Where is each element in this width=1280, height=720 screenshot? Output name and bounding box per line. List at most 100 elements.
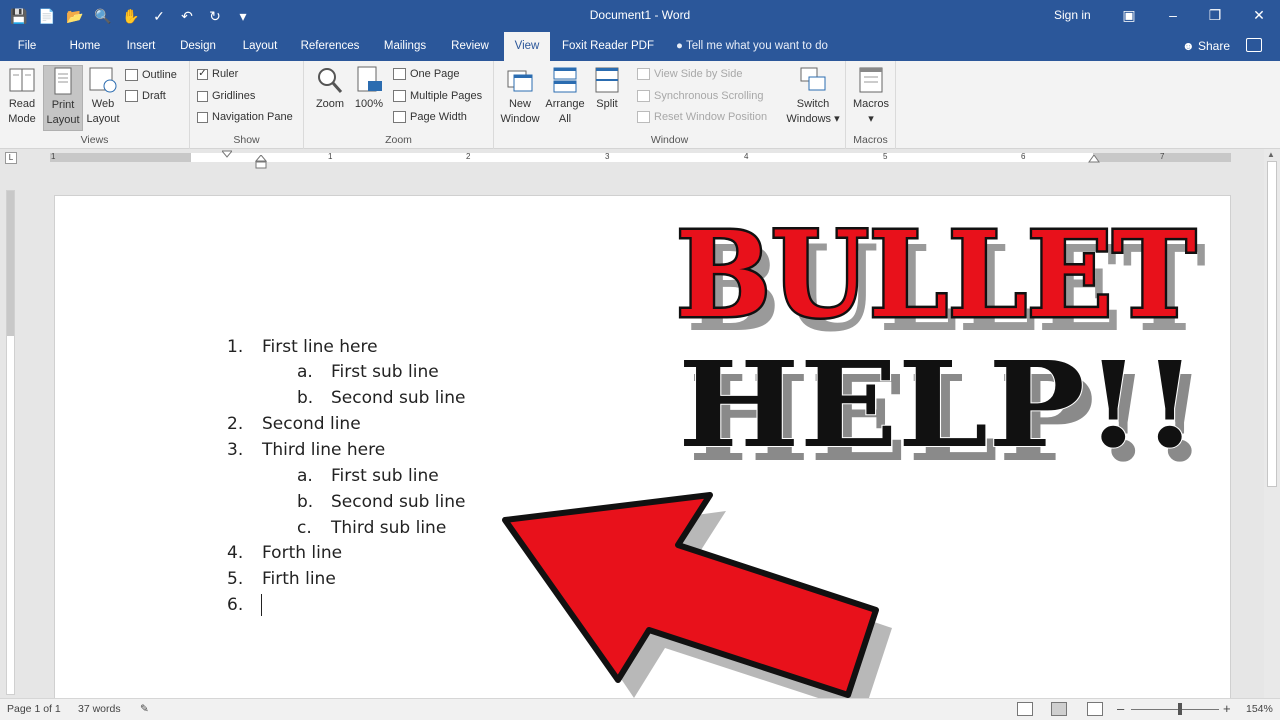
list-number: 3. xyxy=(227,440,244,460)
web-layout-button[interactable]: Web Layout xyxy=(84,65,122,127)
comments-icon[interactable] xyxy=(1246,38,1262,52)
outline-label: Outline xyxy=(142,69,177,81)
ruler-checkbox[interactable]: ✓ Ruler xyxy=(197,64,238,84)
gridlines-box-icon xyxy=(197,90,208,102)
new-window-label-2: Window xyxy=(500,113,540,125)
share-button[interactable]: ☻ Share xyxy=(1182,32,1230,61)
multiple-pages-button[interactable]: Multiple Pages xyxy=(393,86,482,106)
tab-selector-icon[interactable]: L xyxy=(5,152,17,164)
tab-references[interactable]: References xyxy=(298,32,362,61)
scrollbar-thumb[interactable] xyxy=(1267,161,1277,487)
page-width-button[interactable]: Page Width xyxy=(393,107,467,127)
list-item: Second sub line xyxy=(331,388,466,408)
hanging-indent-marker-icon[interactable] xyxy=(255,155,267,169)
show-group-label: Show xyxy=(233,134,260,146)
navigation-pane-label: Navigation Pane xyxy=(212,111,293,123)
tell-me-box[interactable]: ● Tell me what you want to do xyxy=(676,32,828,61)
macros-group: Macros ▾ Macros xyxy=(846,61,896,149)
tab-mailings[interactable]: Mailings xyxy=(378,32,432,61)
zoom-slider[interactable] xyxy=(1131,709,1219,710)
zoom-in-icon[interactable]: + xyxy=(1223,701,1231,716)
list-number: 4. xyxy=(227,543,244,563)
vertical-ruler-margin xyxy=(7,191,14,336)
list-item: Firth line xyxy=(262,569,336,589)
split-button[interactable]: Split xyxy=(590,65,624,112)
tab-review[interactable]: Review xyxy=(446,32,494,61)
one-page-icon xyxy=(393,68,406,80)
vertical-scrollbar[interactable]: ▲ xyxy=(1264,149,1280,698)
ribbon-display-options-icon[interactable]: ▣ xyxy=(1116,4,1142,26)
tab-layout[interactable]: Layout xyxy=(236,32,284,61)
lightbulb-icon: ● xyxy=(676,40,683,52)
view-side-by-side-button[interactable]: View Side by Side xyxy=(637,64,742,84)
ruler-number: 5 xyxy=(883,152,888,161)
draft-button[interactable]: Draft xyxy=(125,86,166,106)
minimize-icon[interactable]: – xyxy=(1160,4,1186,26)
scroll-up-icon[interactable]: ▲ xyxy=(1267,150,1275,159)
right-indent-marker-icon[interactable] xyxy=(1088,155,1100,165)
list-item: Forth line xyxy=(262,543,343,563)
zoom-out-icon[interactable]: – xyxy=(1117,701,1124,716)
zoom-button[interactable]: Zoom xyxy=(310,65,350,112)
tab-view[interactable]: View xyxy=(504,32,550,61)
print-layout-icon xyxy=(54,67,72,95)
first-line-indent-marker-icon[interactable] xyxy=(222,149,232,167)
share-label: Share xyxy=(1197,39,1231,53)
multiple-pages-label: Multiple Pages xyxy=(410,90,483,102)
window-group-label: Window xyxy=(650,134,689,146)
read-mode-button[interactable]: Read Mode xyxy=(3,65,41,127)
switch-windows-button[interactable]: Switch Windows ▾ xyxy=(784,65,842,127)
tab-home[interactable]: Home xyxy=(62,32,108,61)
navigation-pane-checkbox[interactable]: Navigation Pane xyxy=(197,107,293,127)
tab-file[interactable]: File xyxy=(8,32,46,61)
page-width-icon xyxy=(393,111,406,123)
ruler-number: 4 xyxy=(744,152,749,161)
list-letter: b. xyxy=(297,492,314,512)
zoom-slider-thumb[interactable] xyxy=(1178,703,1182,715)
macros-dropdown-arrow-icon: ▾ xyxy=(868,113,874,125)
views-group-label: Views xyxy=(80,134,109,146)
arrange-all-button[interactable]: Arrange All xyxy=(543,65,587,127)
zoom-100-button[interactable]: 100% xyxy=(350,65,388,112)
list-letter: c. xyxy=(297,518,312,538)
print-layout-button[interactable]: Print Layout xyxy=(43,65,83,131)
synchronous-scrolling-icon xyxy=(637,90,650,102)
proofing-icon[interactable]: ✎ xyxy=(140,703,149,715)
page-count[interactable]: Page 1 of 1 xyxy=(7,703,61,715)
tab-insert[interactable]: Insert xyxy=(120,32,162,61)
synchronous-scrolling-button[interactable]: Synchronous Scrolling xyxy=(637,86,763,106)
macros-icon xyxy=(859,67,883,93)
list-item: Second sub line xyxy=(331,492,466,512)
read-mode-view-icon[interactable] xyxy=(1017,702,1033,716)
close-icon[interactable]: ✕ xyxy=(1246,4,1272,26)
reset-window-position-icon xyxy=(637,111,650,123)
view-side-by-side-icon xyxy=(637,68,650,80)
word-count[interactable]: 37 words xyxy=(78,703,121,715)
list-number: 5. xyxy=(227,569,244,589)
zoom-100-label: 100% xyxy=(354,98,384,110)
horizontal-ruler[interactable]: L 1 1 2 3 4 5 6 7 xyxy=(0,149,1280,169)
ruler-checkmark-icon: ✓ xyxy=(197,68,208,80)
restore-icon[interactable]: ❐ xyxy=(1202,4,1228,26)
outline-icon xyxy=(125,69,138,81)
list-number: 2. xyxy=(227,414,244,434)
zoom-group-label: Zoom xyxy=(385,134,412,146)
ruler-left-margin xyxy=(50,153,191,162)
tab-foxit-reader-pdf[interactable]: Foxit Reader PDF xyxy=(560,32,656,61)
tab-design[interactable]: Design xyxy=(176,32,220,61)
ruler-number: 6 xyxy=(1021,152,1026,161)
sign-in-link[interactable]: Sign in xyxy=(1054,8,1091,22)
vertical-ruler xyxy=(6,190,15,695)
gridlines-checkbox[interactable]: Gridlines xyxy=(197,86,255,106)
new-window-button[interactable]: New Window xyxy=(498,65,542,127)
reset-window-position-button[interactable]: Reset Window Position xyxy=(637,107,767,127)
macros-button[interactable]: Macros ▾ xyxy=(849,65,893,127)
one-page-button[interactable]: One Page xyxy=(393,64,460,84)
zoom-level[interactable]: 154% xyxy=(1246,703,1273,715)
print-layout-view-icon[interactable] xyxy=(1051,702,1067,716)
read-mode-label-2: Mode xyxy=(8,113,36,125)
macros-label: Macros xyxy=(852,98,890,110)
web-layout-label-2: Layout xyxy=(86,113,120,125)
outline-button[interactable]: Outline xyxy=(125,65,177,85)
web-layout-view-icon[interactable] xyxy=(1087,702,1103,716)
